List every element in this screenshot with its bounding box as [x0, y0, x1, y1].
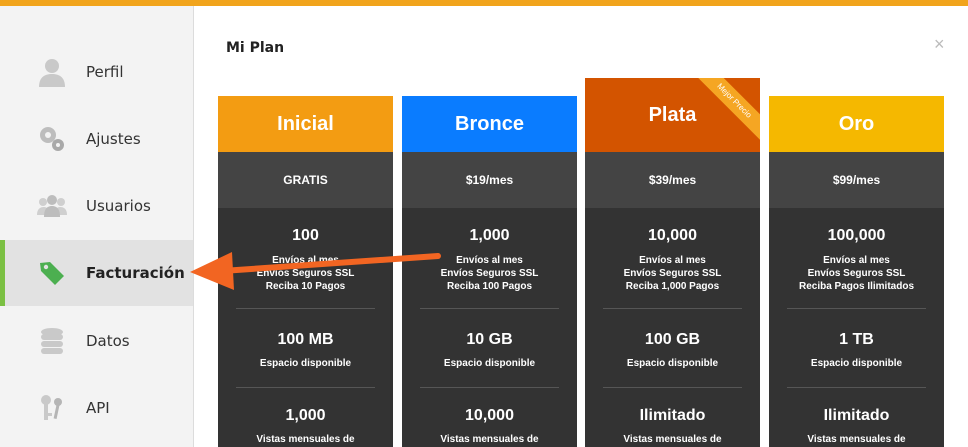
views-label: Vistas mensuales de	[623, 434, 722, 445]
views-value: 10,000	[465, 407, 514, 424]
submissions-limit: 1,000	[469, 227, 510, 244]
settings-modal: Perfil Ajustes Usuarios Facturación Dato…	[0, 6, 968, 447]
feature-line: Envíos Seguros SSL	[256, 268, 355, 279]
feature-line: Envíos al mes	[823, 255, 890, 266]
feature-line: Envíos Seguros SSL	[623, 268, 722, 279]
storage-label: Espacio disponible	[810, 358, 903, 369]
views-value: Ilimitado	[639, 407, 706, 424]
feature-line: Reciba Pagos Ilimitados	[798, 281, 915, 292]
plan-name: Bronce	[402, 96, 577, 152]
plan-price: $99/mes	[769, 152, 944, 208]
storage-label: Espacio disponible	[443, 358, 536, 369]
submissions-limit: 100	[292, 227, 319, 244]
submissions-limit: 100,000	[827, 227, 886, 244]
sidebar-item-label: Facturación	[86, 264, 185, 282]
close-icon[interactable]: ×	[934, 35, 945, 53]
plan-name: Inicial	[218, 96, 393, 152]
storage-value: 1 TB	[839, 331, 874, 348]
gears-icon	[34, 121, 70, 157]
storage-label: Espacio disponible	[626, 358, 719, 369]
views-label: Vistas mensuales de	[807, 434, 906, 445]
tag-icon	[34, 255, 70, 291]
storage-value: 10 GB	[466, 331, 513, 348]
storage-value: 100 MB	[277, 331, 334, 348]
sidebar-item-label: Ajustes	[86, 130, 141, 148]
keys-icon	[34, 390, 70, 426]
feature-line: Envíos al mes	[272, 255, 339, 266]
user-icon	[34, 54, 70, 90]
users-icon	[34, 188, 70, 224]
storage-label: Espacio disponible	[259, 358, 352, 369]
plan-views: 1,000 Vistas mensuales de	[236, 388, 375, 445]
feature-line: Reciba 100 Pagos	[446, 281, 533, 292]
views-value: Ilimitado	[823, 407, 890, 424]
sidebar-item-label: Perfil	[86, 63, 124, 81]
sidebar-item-label: Usuarios	[86, 197, 151, 215]
sidebar-item-usuarios[interactable]: Usuarios	[0, 173, 193, 239]
feature-line: Reciba 1,000 Pagos	[625, 281, 720, 292]
plan-price: $39/mes	[585, 152, 760, 208]
plan-storage: 100 GB Espacio disponible	[603, 309, 742, 388]
plan-submissions: 1,000 Envíos al mes Envíos Seguros SSL R…	[420, 208, 559, 309]
sidebar-item-label: API	[86, 399, 110, 417]
plan-submissions: 10,000 Envíos al mes Envíos Seguros SSL …	[603, 208, 742, 309]
plan-views: Ilimitado Vistas mensuales de	[787, 388, 926, 445]
sidebar-item-ajustes[interactable]: Ajustes	[0, 106, 193, 172]
plan-price: $19/mes	[402, 152, 577, 208]
plan-card-inicial[interactable]: Inicial GRATIS 100 Envíos al mes Envíos …	[218, 96, 393, 447]
feature-line: Envíos al mes	[456, 255, 523, 266]
plan-submissions: 100,000 Envíos al mes Envíos Seguros SSL…	[787, 208, 926, 309]
database-icon	[34, 323, 70, 359]
plan-card-plata[interactable]: Plata Mejor Precio $39/mes 10,000 Envíos…	[585, 78, 760, 447]
sidebar-item-perfil[interactable]: Perfil	[0, 39, 193, 105]
views-label: Vistas mensuales de	[256, 434, 355, 445]
plan-storage: 1 TB Espacio disponible	[787, 309, 926, 388]
plan-name: Oro	[769, 96, 944, 152]
storage-value: 100 GB	[644, 331, 701, 348]
sidebar-item-datos[interactable]: Datos	[0, 308, 193, 374]
plan-price: GRATIS	[218, 152, 393, 208]
feature-line: Envíos al mes	[639, 255, 706, 266]
plan-storage: 10 GB Espacio disponible	[420, 309, 559, 388]
sidebar-item-api[interactable]: API	[0, 375, 193, 441]
sidebar-item-label: Datos	[86, 332, 130, 350]
plan-views: Ilimitado Vistas mensuales de	[603, 388, 742, 445]
feature-line: Envíos Seguros SSL	[807, 268, 906, 279]
views-value: 1,000	[285, 407, 326, 424]
plan-storage: 100 MB Espacio disponible	[236, 309, 375, 388]
plan-views: 10,000 Vistas mensuales de	[420, 388, 559, 445]
views-label: Vistas mensuales de	[440, 434, 539, 445]
feature-line: Envíos Seguros SSL	[440, 268, 539, 279]
page-title: Mi Plan	[226, 40, 285, 56]
feature-line: Reciba 10 Pagos	[265, 281, 346, 292]
sidebar-item-facturacion[interactable]: Facturación	[0, 240, 193, 306]
plan-card-oro[interactable]: Oro $99/mes 100,000 Envíos al mes Envíos…	[769, 96, 944, 447]
sidebar: Perfil Ajustes Usuarios Facturación Dato…	[0, 6, 194, 447]
plan-submissions: 100 Envíos al mes Envíos Seguros SSL Rec…	[236, 208, 375, 309]
plan-card-bronce[interactable]: Bronce $19/mes 1,000 Envíos al mes Envío…	[402, 96, 577, 447]
submissions-limit: 10,000	[648, 227, 697, 244]
